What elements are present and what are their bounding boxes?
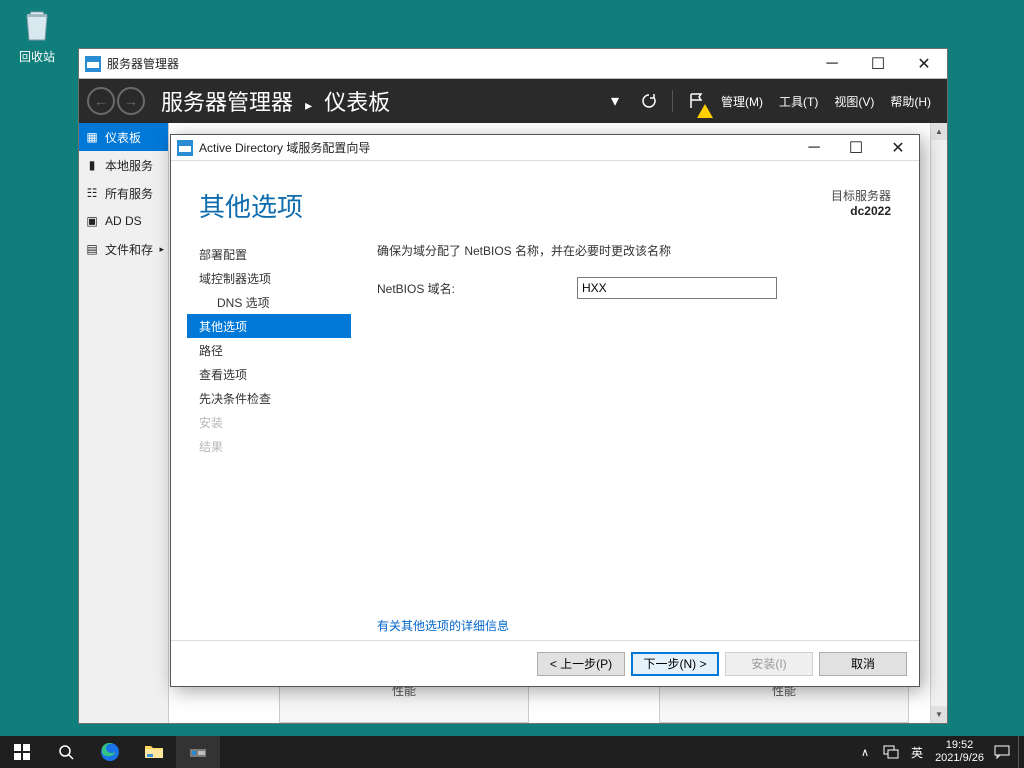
- next-button[interactable]: 下一步(N) >: [631, 652, 719, 676]
- network-icon[interactable]: [883, 744, 899, 760]
- wizard-target: 目标服务器 dc2022: [831, 187, 891, 218]
- breadcrumb-page[interactable]: 仪表板: [324, 90, 390, 115]
- adds-wizard-dialog: Active Directory 域服务配置向导 ─ ☐ ✕ 其他选项 目标服务…: [170, 134, 920, 687]
- nav-step-install: 安装: [187, 410, 351, 434]
- nav-step-results: 结果: [187, 434, 351, 458]
- wizard-description: 确保为域分配了 NetBIOS 名称，并在必要时更改该名称: [377, 242, 895, 259]
- wizard-heading: 其他选项: [199, 187, 831, 224]
- target-server: dc2022: [831, 204, 891, 218]
- system-tray: ∧ 英 19:52 2021/9/26: [849, 739, 1018, 765]
- netbios-label: NetBIOS 域名:: [377, 280, 557, 297]
- sidebar-item-ad-ds[interactable]: ▣ AD DS: [79, 207, 168, 235]
- nav-step-dc-options[interactable]: 域控制器选项: [187, 266, 351, 290]
- server-manager-header: ← → 服务器管理器 ▸ 仪表板 ▾ 管理(M) 工具(T) 视图(V) 帮助(…: [79, 79, 947, 123]
- wizard-content: 确保为域分配了 NetBIOS 名称，并在必要时更改该名称 NetBIOS 域名…: [351, 242, 895, 640]
- install-button: 安装(I): [725, 652, 813, 676]
- wizard-close-button[interactable]: ✕: [877, 136, 919, 160]
- nav-forward-button[interactable]: →: [117, 87, 145, 115]
- storage-icon: ▤: [85, 242, 99, 256]
- wizard-minimize-button[interactable]: ─: [793, 136, 835, 160]
- breadcrumb-root[interactable]: 服务器管理器: [161, 90, 293, 115]
- menu-help[interactable]: 帮助(H): [882, 93, 939, 110]
- nav-step-dns-options[interactable]: DNS 选项: [187, 290, 351, 314]
- recycle-bin-label: 回收站: [10, 48, 64, 65]
- warning-badge-icon: [697, 104, 713, 118]
- tray-overflow-icon[interactable]: ∧: [857, 744, 873, 760]
- menu-tools[interactable]: 工具(T): [771, 93, 826, 110]
- target-label: 目标服务器: [831, 187, 891, 204]
- taskbar-server-manager[interactable]: [176, 736, 220, 768]
- server-manager-title: 服务器管理器: [107, 55, 809, 72]
- sidebar-item-local-server[interactable]: ▮ 本地服务: [79, 151, 168, 179]
- menu-view[interactable]: 视图(V): [826, 93, 882, 110]
- sm-close-button[interactable]: ✕: [901, 50, 947, 78]
- ime-language[interactable]: 英: [909, 744, 925, 760]
- more-info-link[interactable]: 有关其他选项的详细信息: [377, 617, 509, 634]
- scrollbar[interactable]: ▲ ▼: [930, 123, 947, 723]
- wizard-title: Active Directory 域服务配置向导: [199, 139, 793, 156]
- taskbar: ∧ 英 19:52 2021/9/26: [0, 736, 1024, 768]
- search-icon: [58, 744, 74, 760]
- recycle-bin[interactable]: 回收站: [10, 6, 64, 65]
- sidebar-item-label: 仪表板: [105, 129, 141, 146]
- divider: [672, 90, 673, 112]
- wizard-icon: [177, 140, 193, 156]
- menu-manage[interactable]: 管理(M): [713, 93, 771, 110]
- clock-date: 2021/9/26: [935, 752, 984, 765]
- scroll-down-icon[interactable]: ▼: [931, 706, 947, 723]
- chevron-right-icon: ▸: [159, 244, 164, 255]
- nav-step-prereq[interactable]: 先决条件检查: [187, 386, 351, 410]
- server-manager-titlebar[interactable]: 服务器管理器 ─ ☐ ✕: [79, 49, 947, 79]
- scroll-up-icon[interactable]: ▲: [931, 123, 947, 140]
- sidebar-item-all-servers[interactable]: ☷ 所有服务: [79, 179, 168, 207]
- cancel-button[interactable]: 取消: [819, 652, 907, 676]
- wizard-nav: 部署配置 域控制器选项 DNS 选项 其他选项 路径 查看选项 先决条件检查 安…: [187, 242, 351, 640]
- wizard-footer: < 上一步(P) 下一步(N) > 安装(I) 取消: [171, 640, 919, 686]
- nav-step-paths[interactable]: 路径: [187, 338, 351, 362]
- folder-icon: [145, 744, 163, 760]
- servers-icon: ☷: [85, 186, 99, 200]
- taskbar-clock[interactable]: 19:52 2021/9/26: [935, 739, 984, 765]
- server-manager-taskbar-icon: [189, 743, 207, 761]
- breadcrumb: 服务器管理器 ▸ 仪表板: [161, 85, 390, 117]
- sidebar-item-dashboard[interactable]: ▦ 仪表板: [79, 123, 168, 151]
- action-center-icon[interactable]: [994, 744, 1010, 760]
- nav-step-deployment[interactable]: 部署配置: [187, 242, 351, 266]
- header-dropdown-icon[interactable]: ▾: [602, 88, 628, 114]
- wizard-maximize-button[interactable]: ☐: [835, 136, 877, 160]
- dashboard-icon: ▦: [85, 130, 99, 144]
- recycle-bin-icon: [17, 6, 57, 46]
- nav-step-review[interactable]: 查看选项: [187, 362, 351, 386]
- sidebar-item-file-storage[interactable]: ▤ 文件和存 ▸: [79, 235, 168, 263]
- server-manager-icon: [85, 56, 101, 72]
- sidebar-item-label: 本地服务: [105, 157, 153, 174]
- start-button[interactable]: [0, 736, 44, 768]
- server-icon: ▮: [85, 158, 99, 172]
- sidebar-item-label: 所有服务: [105, 185, 153, 202]
- chevron-right-icon: ▸: [305, 97, 312, 113]
- windows-icon: [14, 744, 30, 760]
- netbios-input[interactable]: [577, 277, 777, 299]
- sidebar-item-label: AD DS: [105, 214, 142, 228]
- sidebar-item-label: 文件和存: [105, 241, 153, 258]
- wizard-titlebar[interactable]: Active Directory 域服务配置向导 ─ ☐ ✕: [171, 135, 919, 161]
- prev-button[interactable]: < 上一步(P): [537, 652, 625, 676]
- nav-back-button[interactable]: ←: [87, 87, 115, 115]
- show-desktop-button[interactable]: [1018, 736, 1024, 768]
- edge-icon: [100, 742, 120, 762]
- sm-maximize-button[interactable]: ☐: [855, 50, 901, 78]
- adds-icon: ▣: [85, 214, 99, 228]
- server-manager-sidebar: ▦ 仪表板 ▮ 本地服务 ☷ 所有服务 ▣ AD DS ▤ 文件和存 ▸: [79, 123, 169, 723]
- clock-time: 19:52: [935, 739, 984, 752]
- taskbar-explorer[interactable]: [132, 736, 176, 768]
- refresh-icon[interactable]: [636, 88, 662, 114]
- nav-step-additional[interactable]: 其他选项: [187, 314, 351, 338]
- notifications-flag-icon[interactable]: [683, 88, 709, 114]
- taskbar-search-button[interactable]: [44, 736, 88, 768]
- taskbar-edge[interactable]: [88, 736, 132, 768]
- sm-minimize-button[interactable]: ─: [809, 50, 855, 78]
